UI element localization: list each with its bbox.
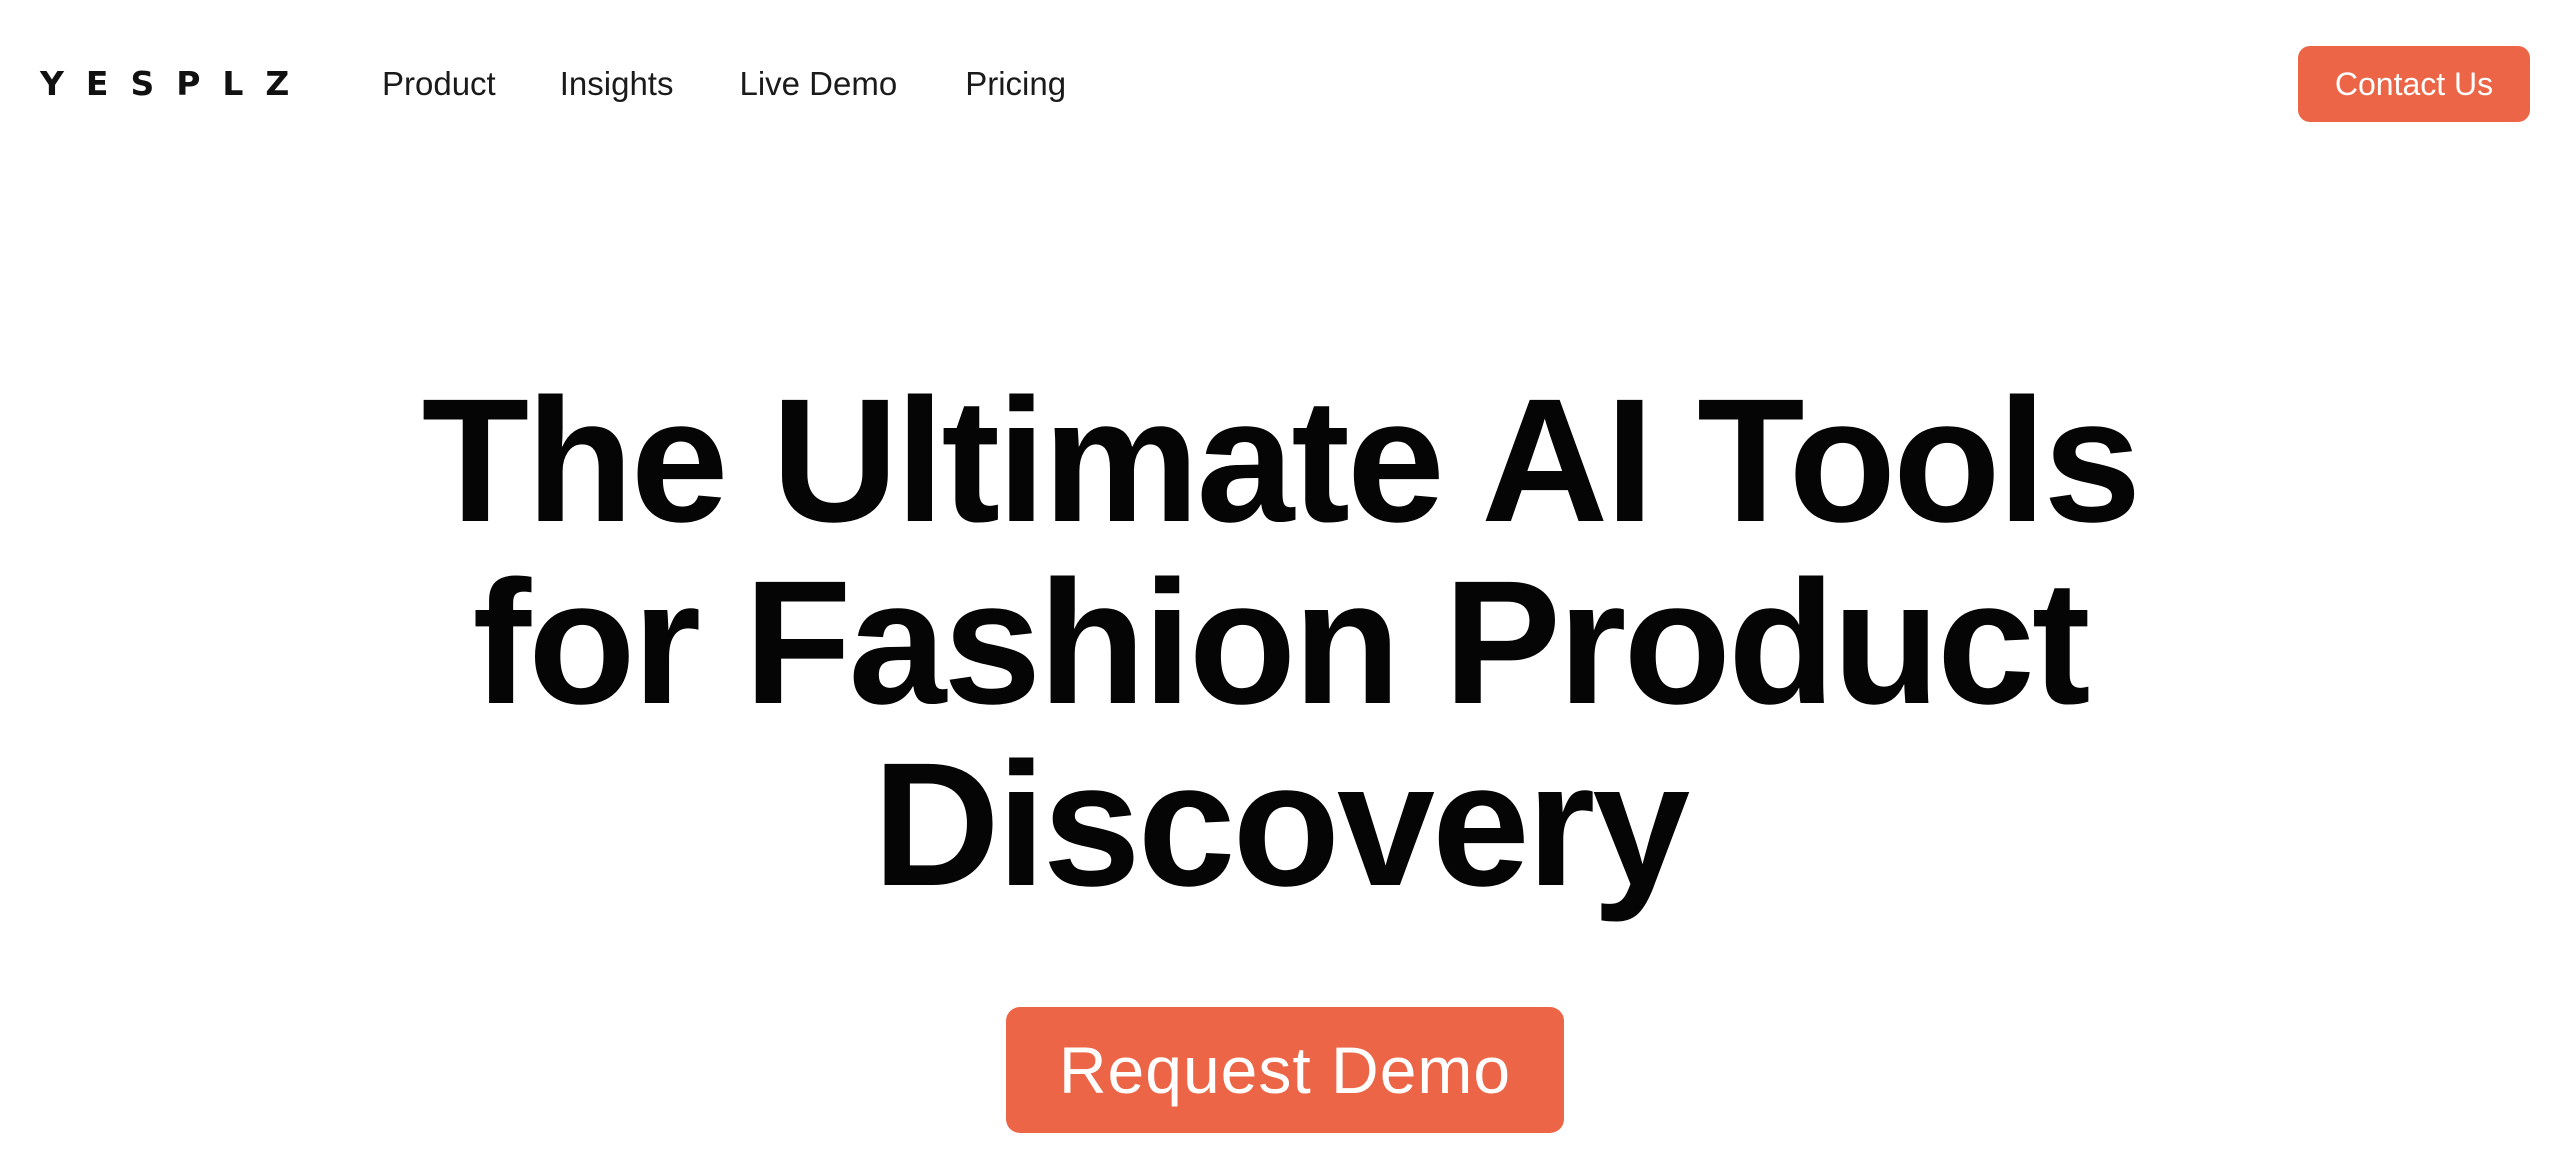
nav-link-live-demo[interactable]: Live Demo (739, 62, 897, 106)
hero-section: The Ultimate AI Tools for Fashion Produc… (0, 370, 2560, 916)
nav-link-product[interactable]: Product (382, 62, 496, 106)
contact-us-button[interactable]: Contact Us (2298, 46, 2530, 122)
top-navigation-bar: YESPLZ Product Insights Live Demo Pricin… (0, 0, 2560, 170)
hero-headline-line-3: Discovery (872, 727, 1690, 923)
nav-link-insights[interactable]: Insights (560, 62, 674, 106)
nav-link-pricing[interactable]: Pricing (965, 62, 1066, 106)
yesplz-logo[interactable]: YESPLZ (40, 62, 311, 106)
request-demo-button[interactable]: Request Demo (1006, 1007, 1564, 1133)
main-nav: Product Insights Live Demo Pricing (382, 62, 1066, 106)
hero-headline: The Ultimate AI Tools for Fashion Produc… (380, 370, 2180, 916)
hero-headline-line-1: The Ultimate AI Tools (421, 363, 2142, 559)
hero-headline-line-2: for Fashion Product (472, 545, 2091, 741)
